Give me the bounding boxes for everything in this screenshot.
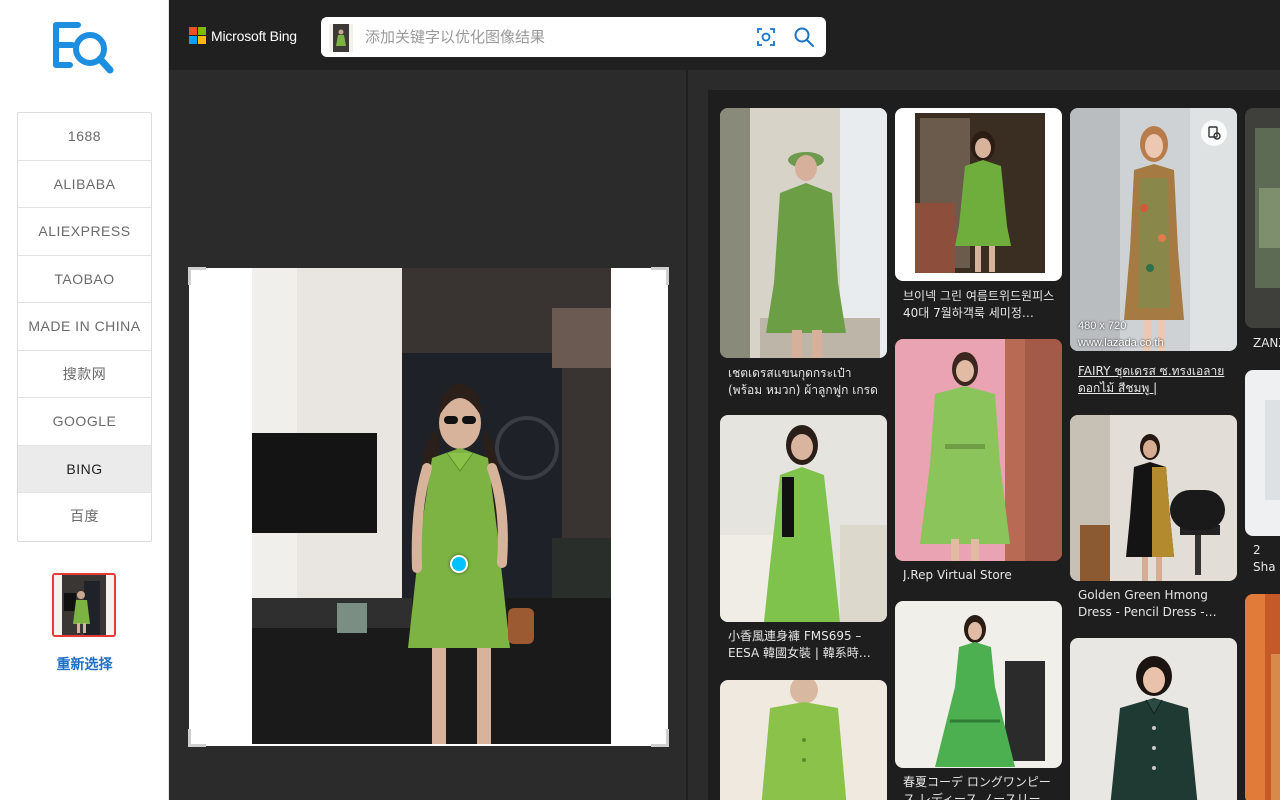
result-card[interactable] [1245, 108, 1280, 328]
menu-item-made-in-china[interactable]: MADE IN CHINA [18, 303, 151, 351]
result-caption[interactable]: 小香風連身褲 FMS695 – EESA 韓國女裝 | 韓系時… [728, 628, 880, 664]
result-card[interactable] [720, 108, 887, 358]
result-card[interactable] [1070, 415, 1237, 581]
bing-header: Microsoft Bing [169, 0, 1280, 70]
visual-search-icon[interactable] [755, 26, 777, 48]
menu-item-taobao[interactable]: TAOBAO [18, 256, 151, 303]
result-caption[interactable]: J.Rep Virtual Store [903, 567, 1058, 585]
result-caption-link[interactable]: FAIRY ชุดเดรส ซ.ทรงเอลาย ดอกไม้ สีชมพู |… [1078, 363, 1233, 399]
result-card[interactable] [1070, 638, 1237, 800]
bing-brand[interactable]: Microsoft Bing [189, 27, 297, 44]
source-menu: 1688 ALIBABA ALIEXPRESS TAOBAO MADE IN C… [17, 112, 152, 542]
result-caption[interactable]: ZANZ [1253, 335, 1280, 353]
app-logo-icon [52, 19, 116, 77]
result-card[interactable] [895, 339, 1062, 561]
visual-search-badge-icon[interactable] [1201, 120, 1227, 146]
search-icon[interactable] [793, 26, 815, 48]
crop-handle-top-left[interactable] [188, 267, 206, 285]
menu-item-bing[interactable]: BING [18, 445, 151, 493]
result-caption[interactable]: 春夏コーデ ロングワンピース レディース ノースリー… [903, 774, 1058, 800]
result-card[interactable] [895, 108, 1062, 281]
menu-item-soukuan[interactable]: 搜款网 [18, 351, 151, 398]
result-caption[interactable]: 브이넥 그린 여름트위드원피스 40대 7월하객룩 세미정… [903, 288, 1058, 324]
menu-item-alibaba[interactable]: ALIBABA [18, 161, 151, 208]
sidebar: 1688 ALIBABA ALIEXPRESS TAOBAO MADE IN C… [0, 0, 169, 800]
crop-frame[interactable] [188, 267, 669, 747]
menu-item-google[interactable]: GOOGLE [18, 398, 151, 446]
results-grid: เชตเดรสแขนกุดกระเป๋า (พร้อม หมวก) ผ้าลูก… [708, 90, 1280, 800]
menu-item-aliexpress[interactable]: ALIEXPRESS [18, 208, 151, 256]
result-card[interactable] [1070, 108, 1237, 351]
panel-divider [686, 70, 688, 800]
crop-handle-top-right[interactable] [651, 267, 669, 285]
reselect-button[interactable]: 重新选择 [0, 654, 169, 674]
result-caption[interactable]: 2 Sha - Full [1253, 542, 1280, 578]
result-caption[interactable]: เชตเดรสแขนกุดกระเป๋า (พร้อม หมวก) ผ้าลูก… [728, 365, 880, 401]
brand-name: Microsoft Bing [211, 27, 297, 44]
result-card[interactable] [895, 601, 1062, 768]
selected-image-thumbnail[interactable] [52, 573, 116, 637]
search-box [321, 17, 826, 57]
result-card[interactable] [1245, 370, 1280, 536]
search-input[interactable] [365, 17, 745, 57]
image-dimensions: 480 x 720 [1078, 320, 1127, 332]
search-image-thumbnail[interactable] [329, 24, 353, 52]
crop-handle-bottom-right[interactable] [651, 729, 669, 747]
menu-item-baidu[interactable]: 百度 [18, 493, 151, 541]
result-caption[interactable]: Golden Green Hmong Dress - Pencil Dress … [1078, 587, 1233, 623]
detection-hotspot[interactable] [450, 555, 468, 573]
result-card[interactable] [720, 415, 887, 622]
query-image [252, 268, 611, 744]
result-card[interactable] [720, 680, 887, 800]
image-source-domain[interactable]: www.lazada.co.th [1078, 337, 1164, 349]
result-card[interactable] [1245, 594, 1280, 800]
microsoft-logo-icon [189, 27, 206, 44]
menu-item-1688[interactable]: 1688 [18, 113, 151, 161]
crop-handle-bottom-left[interactable] [188, 729, 206, 747]
